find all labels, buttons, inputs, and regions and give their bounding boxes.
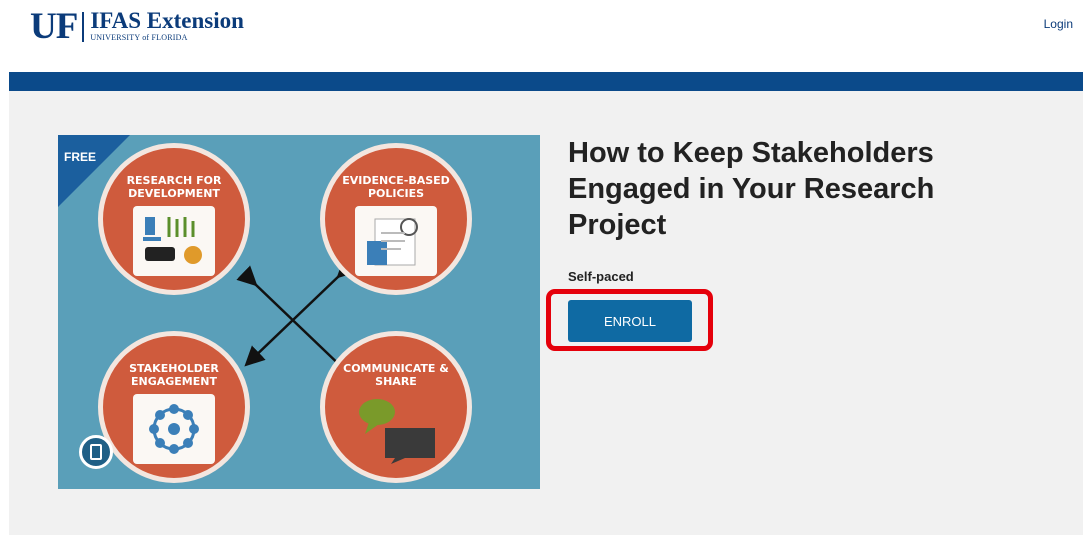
login-link[interactable]: Login [1044,17,1073,31]
logo-text: IFAS Extension UNIVERSITY of FLORIDA [90,8,244,42]
course-image: FREE RESEARCH FOR DEVELOPMENT EVIDENCE-B… [58,135,540,489]
document-handshake-icon [355,206,437,276]
logo-main-text: IFAS Extension [90,8,244,33]
ifas-extension-logo[interactable]: UF IFAS Extension UNIVERSITY of FLORIDA [30,6,244,47]
course-panel: FREE RESEARCH FOR DEVELOPMENT EVIDENCE-B… [9,91,1083,535]
policies-label: EVIDENCE-BASED POLICIES [342,174,450,200]
enroll-button[interactable]: ENROLL [568,300,692,342]
communicate-label: COMMUNICATE & SHARE [343,362,449,388]
network-icon [133,394,215,464]
research-label: RESEARCH FOR DEVELOPMENT [126,174,222,200]
stakeholder-label: STAKEHOLDER ENGAGEMENT [129,362,219,388]
pace-label: Self-paced [568,269,634,284]
site-header: UF IFAS Extension UNIVERSITY of FLORIDA … [0,0,1083,72]
logo-divider [82,12,85,42]
logo-uf-mark: UF [30,6,78,47]
stakeholder-circle: STAKEHOLDER ENGAGEMENT [98,331,250,483]
logo-sub-text: UNIVERSITY of FLORIDA [90,33,188,42]
policies-circle: EVIDENCE-BASED POLICIES [320,143,472,295]
microscope-cow-icon [133,206,215,276]
course-title: How to Keep Stakeholders Engaged in Your… [568,137,935,241]
tablet-icon [79,435,113,469]
communicate-circle: COMMUNICATE & SHARE [320,331,472,483]
research-circle: RESEARCH FOR DEVELOPMENT [98,143,250,295]
speech-bubbles-icon [355,394,437,464]
header-blue-bar [9,72,1083,91]
